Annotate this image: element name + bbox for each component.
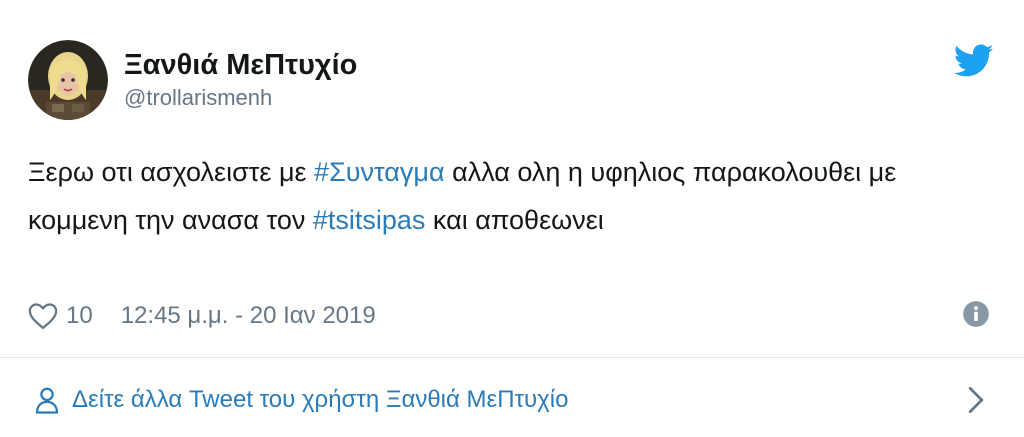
info-icon[interactable] — [962, 300, 990, 328]
hashtag-link-syntagma[interactable]: #Συνταγμα — [314, 157, 445, 187]
heart-icon[interactable] — [28, 302, 58, 330]
author-names: Ξανθιά ΜεΠτυχίο @trollarismenh — [124, 47, 357, 113]
tweet-text-segment: και αποθεωνει — [425, 205, 604, 235]
tweet-text: Ξερω οτι ασχολειστε με #Συνταγμα αλλα ολ… — [28, 148, 928, 244]
tweet-meta: 10 12:45 μ.μ. - 20 Ιαν 2019 — [28, 296, 996, 336]
divider — [0, 357, 1024, 358]
tweet-header: Ξανθιά ΜεΠτυχίο @trollarismenh — [28, 40, 357, 120]
person-icon — [35, 387, 59, 414]
like-count[interactable]: 10 — [66, 302, 93, 330]
tweet-text-segment: Ξερω οτι ασχολειστε με — [28, 157, 315, 187]
embedded-tweet-card: Ξανθιά ΜεΠτυχίο @trollarismenh Ξερω οτι … — [0, 0, 1024, 437]
avatar-image — [28, 40, 108, 120]
hashtag-link-tsitsipas[interactable]: #tsitsipas — [313, 205, 426, 235]
author-display-name[interactable]: Ξανθιά ΜεΠτυχίο — [124, 47, 357, 83]
author-handle[interactable]: @trollarismenh — [124, 83, 357, 113]
see-more-tweets-link[interactable]: Δείτε άλλα Tweet του χρήστη Ξανθιά ΜεΠτυ… — [28, 376, 996, 424]
see-more-tweets-label: Δείτε άλλα Tweet του χρήστη Ξανθιά ΜεΠτυ… — [72, 386, 569, 413]
chevron-right-icon[interactable] — [966, 386, 986, 414]
twitter-bird-icon[interactable] — [954, 44, 994, 78]
tweet-timestamp[interactable]: 12:45 μ.μ. - 20 Ιαν 2019 — [121, 302, 376, 330]
avatar[interactable] — [28, 40, 108, 120]
